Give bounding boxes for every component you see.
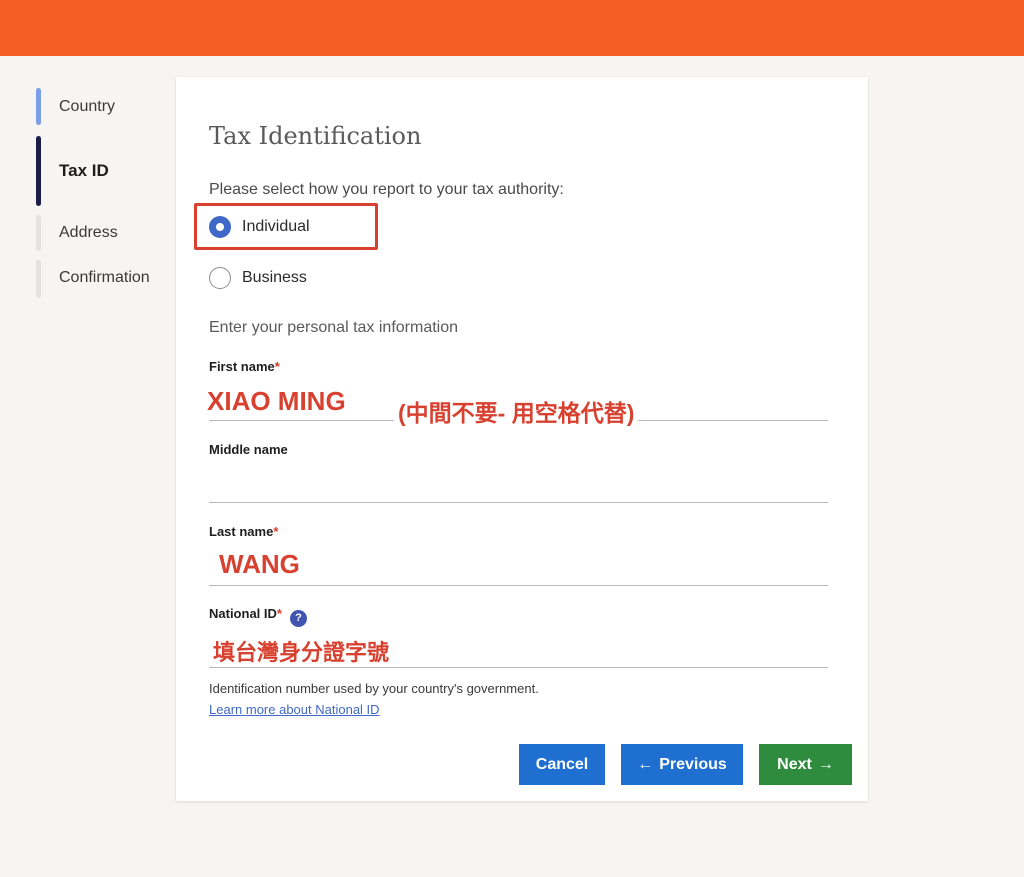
top-brand-bar [0, 0, 1024, 56]
first-name-label: First name* [209, 359, 280, 374]
step-confirmation[interactable]: Confirmation [36, 251, 171, 298]
arrow-left-icon: ← [637, 755, 654, 773]
first-name-note-annotation: (中間不要- 用空格代替) [394, 394, 639, 428]
step-indicator-bar [36, 136, 41, 206]
learn-more-national-id-link[interactable]: Learn more about National ID [209, 702, 380, 717]
middle-name-input[interactable] [209, 502, 828, 503]
step-indicator-bar [36, 260, 41, 298]
report-type-question: Please select how you report to your tax… [209, 181, 564, 198]
radio-label: Individual [242, 218, 310, 235]
last-name-input[interactable] [209, 585, 828, 586]
previous-button[interactable]: ← Previous [621, 744, 743, 785]
required-asterisk: * [273, 524, 279, 539]
step-tax-id[interactable]: Tax ID [36, 126, 171, 206]
section-label: Enter your personal tax information [209, 319, 459, 336]
step-label: Country [59, 98, 116, 115]
step-indicator-bar [36, 215, 41, 251]
required-asterisk: * [274, 359, 280, 374]
radio-checked-icon[interactable] [209, 216, 231, 238]
national-id-annotation: 填台灣身分證字號 [213, 635, 396, 667]
radio-individual[interactable]: Individual [209, 216, 310, 238]
radio-unchecked-icon[interactable] [209, 267, 231, 289]
middle-name-label: Middle name [209, 442, 288, 457]
page-title: Tax Identification [209, 122, 422, 150]
arrow-right-icon: → [817, 755, 834, 773]
step-label: Confirmation [59, 269, 150, 286]
required-asterisk: * [276, 606, 282, 621]
national-id-label: National ID*? [209, 606, 307, 627]
progress-stepper: Country Tax ID Address Confirmation [36, 86, 171, 298]
step-country[interactable]: Country [36, 86, 171, 126]
radio-business[interactable]: Business [209, 267, 307, 289]
next-button[interactable]: Next → [759, 744, 852, 785]
first-name-annotation: XIAO MING [207, 386, 354, 417]
last-name-label: Last name* [209, 524, 279, 539]
step-indicator-bar [36, 88, 41, 125]
radio-label: Business [242, 269, 307, 286]
cancel-button[interactable]: Cancel [519, 744, 605, 785]
national-id-help-text: Identification number used by your count… [209, 681, 539, 696]
step-address[interactable]: Address [36, 206, 171, 251]
last-name-annotation: WANG [213, 549, 308, 580]
help-question-icon[interactable]: ? [289, 610, 307, 627]
step-label: Address [59, 224, 118, 241]
tax-id-form-card: Tax Identification Please select how you… [176, 77, 868, 801]
national-id-input[interactable] [209, 667, 828, 668]
step-label: Tax ID [59, 161, 109, 180]
